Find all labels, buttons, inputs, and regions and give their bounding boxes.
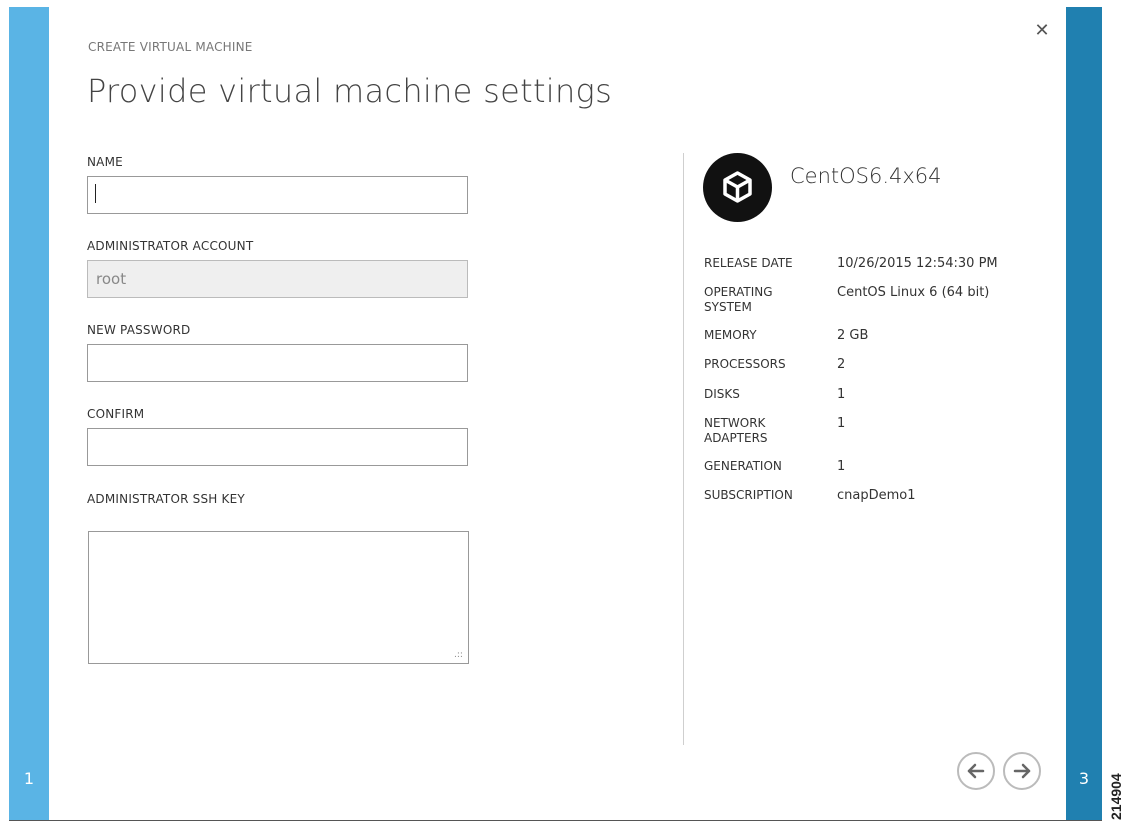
os-name: CentOS6.4x64 bbox=[790, 164, 942, 188]
name-input[interactable] bbox=[87, 176, 468, 214]
page-title: Provide virtual machine settings bbox=[87, 72, 613, 110]
confirm-password-input[interactable] bbox=[87, 428, 468, 466]
detail-key-subscription: SUBSCRIPTION bbox=[704, 488, 793, 502]
admin-account-input bbox=[87, 260, 468, 298]
detail-key-generation: GENERATION bbox=[704, 459, 782, 473]
wizard-subtitle: CREATE VIRTUAL MACHINE bbox=[88, 40, 253, 54]
detail-key-processors: PROCESSORS bbox=[704, 357, 786, 371]
detail-value-processors: 2 bbox=[837, 357, 846, 372]
dialog-bottom-border bbox=[9, 820, 1102, 821]
column-divider bbox=[683, 153, 684, 745]
cube-icon bbox=[703, 153, 772, 222]
detail-key-network-adapters: NETWORK ADAPTERS bbox=[704, 416, 768, 445]
right-step-number: 3 bbox=[1078, 769, 1090, 788]
detail-value-disks: 1 bbox=[837, 387, 846, 402]
ssh-key-textarea[interactable] bbox=[88, 531, 469, 664]
next-button[interactable] bbox=[1003, 752, 1041, 790]
detail-value-subscription: cnapDemo1 bbox=[837, 488, 916, 503]
new-password-label: NEW PASSWORD bbox=[87, 323, 191, 337]
left-step-number: 1 bbox=[23, 769, 35, 788]
wizard-dialog bbox=[9, 7, 1102, 820]
figure-id-watermark: 214904 bbox=[1108, 773, 1124, 820]
back-button[interactable] bbox=[957, 752, 995, 790]
detail-key-disks: DISKS bbox=[704, 387, 740, 401]
left-step-rail: 1 bbox=[9, 7, 49, 820]
admin-account-label: ADMINISTRATOR ACCOUNT bbox=[87, 239, 254, 253]
detail-key-operating-system: OPERATING SYSTEM bbox=[704, 285, 773, 314]
new-password-input[interactable] bbox=[87, 344, 468, 382]
detail-value-operating-system: CentOS Linux 6 (64 bit) bbox=[837, 285, 990, 300]
detail-key-release-date: RELEASE DATE bbox=[704, 256, 793, 270]
detail-value-generation: 1 bbox=[837, 459, 846, 474]
right-step-rail[interactable]: 3 bbox=[1066, 7, 1102, 820]
resize-grip-icon[interactable]: .:: bbox=[454, 650, 463, 660]
detail-key-memory: MEMORY bbox=[704, 328, 757, 342]
ssh-key-label: ADMINISTRATOR SSH KEY bbox=[87, 492, 245, 506]
detail-value-release-date: 10/26/2015 12:54:30 PM bbox=[837, 256, 998, 271]
detail-value-network-adapters: 1 bbox=[837, 416, 846, 431]
text-caret bbox=[95, 184, 96, 203]
detail-value-memory: 2 GB bbox=[837, 328, 869, 343]
name-label: NAME bbox=[87, 155, 123, 169]
arrow-right-icon bbox=[1013, 763, 1031, 779]
confirm-label: CONFIRM bbox=[87, 407, 145, 421]
arrow-left-icon bbox=[967, 763, 985, 779]
close-icon[interactable]: ✕ bbox=[1032, 20, 1052, 42]
